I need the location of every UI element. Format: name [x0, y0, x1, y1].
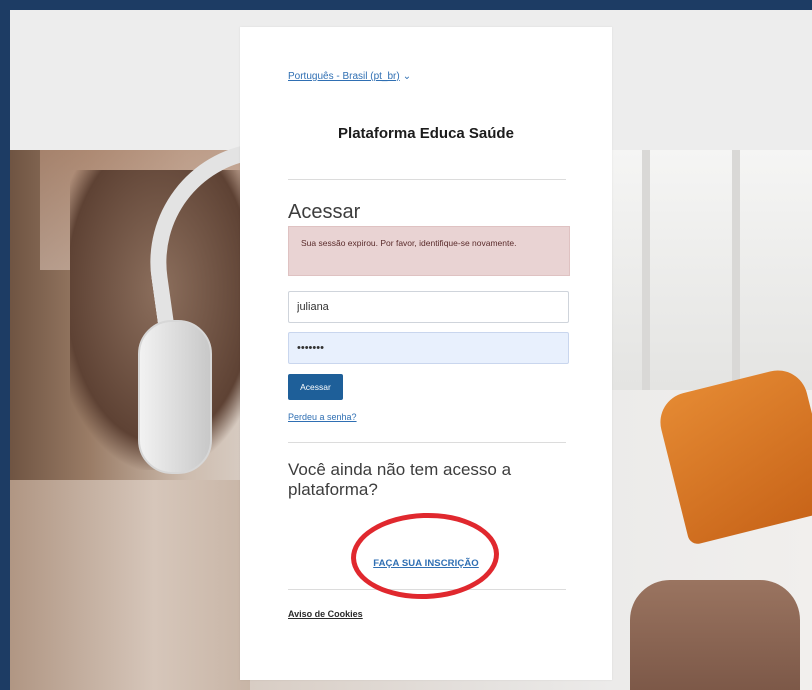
photo-person-shirt — [10, 480, 250, 690]
login-heading: Acessar — [288, 201, 361, 223]
language-selector[interactable]: Português - Brasil (pt_br) ⌄ — [288, 71, 411, 82]
login-card: Português - Brasil (pt_br) ⌄ Plataforma E… — [240, 27, 612, 680]
divider — [288, 179, 566, 180]
session-expired-alert: Sua sessão expirou. Por favor, identifiq… — [288, 226, 570, 276]
divider — [288, 442, 566, 443]
photo-headphone-cup — [138, 320, 212, 474]
signup-link[interactable]: FAÇA SUA INSCRIÇÃO — [240, 558, 612, 569]
photo-window — [612, 150, 812, 390]
language-label: Português - Brasil (pt_br) — [288, 71, 400, 82]
chevron-down-icon: ⌄ — [402, 71, 412, 82]
username-input[interactable] — [288, 291, 569, 323]
photo-window-frame — [732, 150, 740, 390]
photo-window-frame — [642, 150, 650, 390]
divider — [288, 589, 566, 590]
forgot-password-link[interactable]: Perdeu a senha? — [288, 412, 357, 422]
signup-question: Você ainda não tem acesso a plataforma? — [288, 460, 512, 499]
login-button[interactable]: Acessar — [288, 374, 343, 400]
cookies-notice-link[interactable]: Aviso de Cookies — [288, 609, 363, 619]
photo-waving-hand — [630, 580, 800, 690]
photo-orange-chair — [654, 364, 812, 546]
site-name: Plataforma Educa Saúde — [338, 125, 514, 142]
password-input[interactable] — [288, 332, 569, 364]
